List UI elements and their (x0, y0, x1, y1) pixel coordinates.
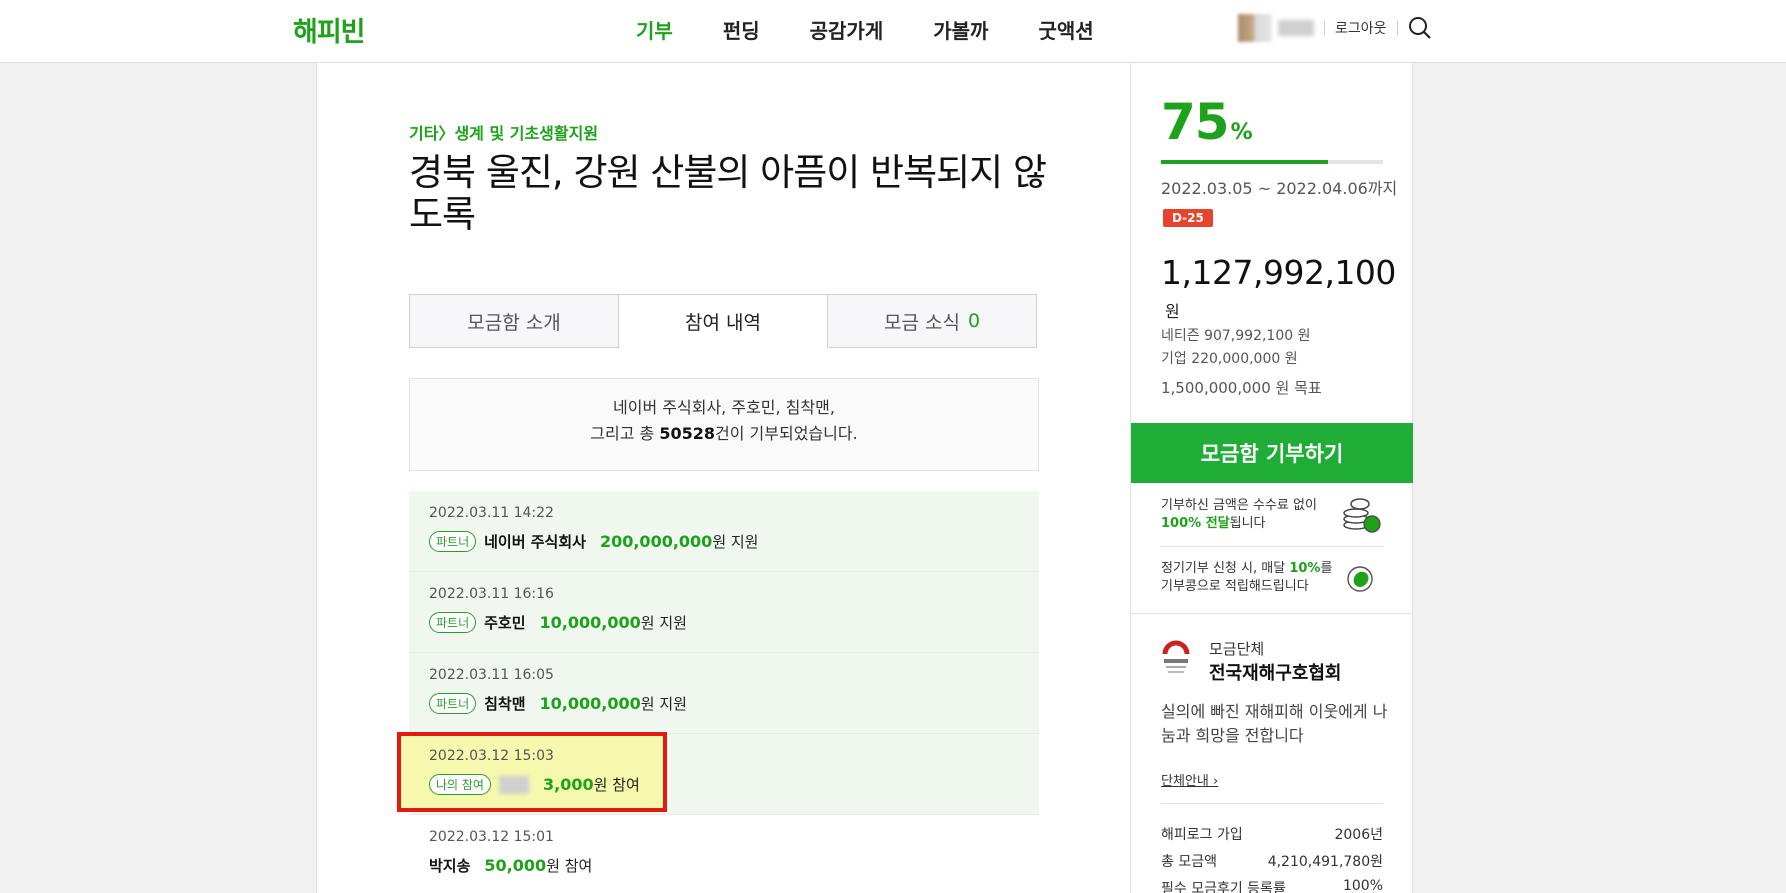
total-raised: 1,127,992,100 (1161, 253, 1396, 292)
progress-bar (1161, 160, 1383, 164)
list-item: 2022.03.12 15:01 박지송 50,000 원 참여 (409, 815, 1039, 893)
nav-funding[interactable]: 펀딩 (723, 15, 760, 44)
entry-date: 2022.03.12 15:03 (429, 748, 554, 764)
organization-name[interactable]: 전국재해구호협회 (1209, 659, 1341, 685)
divider (1161, 803, 1383, 804)
organization-info-link[interactable]: 단체안내 › (1161, 770, 1218, 789)
dday-badge: D-25 (1163, 209, 1213, 227)
breadcrumb[interactable]: 기타〉생계 및 기초생활지원 (409, 120, 598, 144)
stat-value: 100% (1342, 878, 1383, 893)
netizen-amount: 네티즌 907,992,100 원 (1161, 328, 1311, 344)
entry-date: 2022.03.11 16:05 (429, 667, 554, 683)
donation-amount: 200,000,000 (599, 532, 713, 551)
stat-label: 해피로그 가입 (1161, 827, 1243, 843)
bean-icon (1344, 561, 1384, 601)
divider (1324, 21, 1325, 35)
donation-amount: 50,000 (484, 856, 547, 875)
entry-date: 2022.03.11 16:16 (429, 586, 554, 602)
highlight-box (397, 732, 667, 812)
fundraising-sidebar: 75% 2022.03.05 ~ 2022.04.06까지 D-25 1,127… (1131, 63, 1413, 893)
stat-row: 해피로그 가입 2006년 (1161, 824, 1383, 844)
donation-list: 2022.03.11 14:22 파트너 네이버 주식회사 200,000,00… (397, 491, 1039, 893)
donor-name: 네이버 주식회사 (484, 533, 586, 551)
list-item: 2022.03.11 16:16 파트너 주호민 10,000,000 원 지원 (409, 572, 1039, 653)
company-amount: 기업 220,000,000 원 (1161, 351, 1298, 367)
amount-suffix: 원 참여 (593, 776, 640, 794)
organization-logo[interactable] (1161, 638, 1191, 678)
divider (1131, 613, 1413, 614)
donor-name-blurred (498, 775, 529, 794)
campaign-period: 2022.03.05 ~ 2022.04.06까지 (1161, 179, 1398, 198)
main-nav: 기부 펀딩 공감가게 가볼까 굿액션 (636, 15, 1144, 44)
progress-percent: 75% (1161, 93, 1253, 151)
stat-value: 4,210,491,780원 (1267, 854, 1383, 870)
tab-intro[interactable]: 모금함 소개 (409, 294, 619, 348)
amount-suffix: 원 참여 (546, 857, 593, 875)
donor-name: 침착맨 (484, 695, 526, 713)
tab-history[interactable]: 참여 내역 (619, 294, 828, 348)
donate-button[interactable]: 모금함 기부하기 (1131, 423, 1413, 483)
search-icon[interactable] (1408, 16, 1432, 40)
avatar[interactable] (1238, 14, 1272, 42)
nav-visit[interactable]: 가볼까 (933, 15, 988, 44)
donor-name: 박지송 (429, 857, 471, 875)
page-title: 경북 울진, 강원 산불의 아픔이 반복되지 않도록 (409, 151, 1047, 236)
logout-link[interactable]: 로그아웃 (1335, 18, 1387, 38)
my-donation-badge: 나의 참여 (429, 774, 491, 795)
nav-donate[interactable]: 기부 (636, 15, 673, 44)
organization-label: 모금단체 (1209, 640, 1265, 658)
amount-suffix: 원 지원 (712, 533, 759, 551)
donor-name: 주호민 (484, 614, 526, 632)
nav-shop[interactable]: 공감가게 (810, 15, 884, 44)
tab-bar: 모금함 소개 참여 내역 모금 소식 0 (409, 294, 1037, 348)
header: 해피빈 기부 펀딩 공감가게 가볼까 굿액션 로그아웃 (0, 0, 1786, 63)
summary-line-2: 그리고 총 50528건이 기부되었습니다. (590, 424, 858, 443)
partner-badge: 파트너 (429, 531, 477, 552)
news-count: 0 (967, 310, 981, 332)
donation-summary: 네이버 주식회사, 주호민, 침착맨, 그리고 총 50528건이 기부되었습니… (409, 378, 1039, 471)
donation-amount: 10,000,000 (539, 694, 641, 713)
goal-amount: 1,500,000,000 원 목표 (1161, 379, 1322, 397)
raised-breakdown: 네티즌 907,992,100 원 기업 220,000,000 원 (1161, 325, 1311, 371)
stat-label: 필수 모금후기 등록률 (1161, 881, 1286, 893)
stat-row: 총 모금액 4,210,491,780원 (1161, 851, 1383, 871)
divider (1396, 21, 1398, 35)
amount-suffix: 원 지원 (640, 614, 687, 632)
user-name-blurred (1278, 20, 1314, 36)
divider (1161, 546, 1383, 547)
coin-stack-icon (1342, 495, 1382, 535)
list-item: 2022.03.11 16:05 파트너 침착맨 10,000,000 원 지원 (409, 653, 1039, 734)
user-area: 로그아웃 (1238, 14, 1432, 42)
tab-label: 모금 소식 (883, 311, 960, 334)
stat-value: 2006년 (1334, 827, 1383, 843)
progress-fill (1161, 160, 1328, 164)
amount-suffix: 원 지원 (640, 695, 687, 713)
entry-date: 2022.03.12 15:01 (429, 829, 554, 845)
campaign-content: 기타〉생계 및 기초생활지원 경북 울진, 강원 산불의 아픔이 반복되지 않도… (316, 63, 1131, 893)
partner-badge: 파트너 (429, 693, 477, 714)
total-unit: 원 (1165, 302, 1180, 321)
donation-count: 50528 (659, 424, 716, 443)
logo[interactable]: 해피빈 (293, 10, 366, 49)
donation-amount: 3,000 (542, 775, 594, 794)
stat-row: 필수 모금후기 등록률 100% (1161, 878, 1383, 893)
list-item: 2022.03.11 14:22 파트너 네이버 주식회사 200,000,00… (409, 491, 1039, 572)
nav-goodaction[interactable]: 굿액션 (1038, 15, 1093, 44)
tab-label: 모금함 소개 (467, 311, 561, 334)
organization-description: 실의에 빠진 재해피해 이웃에게 나눔과 희망을 전합니다 (1161, 702, 1388, 745)
summary-line-1: 네이버 주식회사, 주호민, 침착맨, (613, 398, 835, 417)
partner-badge: 파트너 (429, 612, 477, 633)
tab-label: 참여 내역 (685, 311, 761, 334)
entry-date: 2022.03.11 14:22 (429, 505, 554, 521)
stat-label: 총 모금액 (1161, 854, 1217, 870)
donation-amount: 10,000,000 (539, 613, 641, 632)
tab-news[interactable]: 모금 소식 0 (828, 294, 1037, 348)
list-item-my-donation: 2022.03.12 15:03 나의 참여 3,000 원 참여 (397, 732, 1039, 815)
